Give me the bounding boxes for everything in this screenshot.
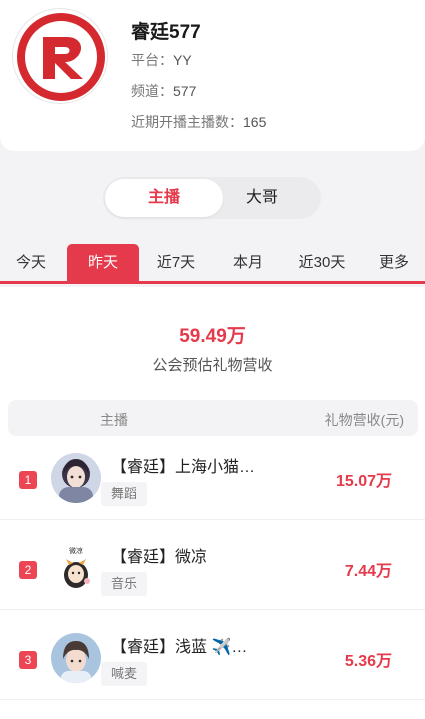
table-row[interactable]: 2 微凉 【睿廷】微凉 音乐 7.44万 [0, 530, 425, 610]
revenue-amount: 5.36万 [344, 653, 392, 670]
cartoon-avatar-icon: 微凉 [51, 543, 101, 593]
streamer-name: 【睿廷】微凉 [111, 549, 208, 566]
channel-value: 577 [173, 83, 197, 99]
revenue-amount: 15.07万 [335, 473, 392, 490]
rank-badge: 3 [19, 651, 37, 669]
streamers-count-line: 近期开播主播数：165 [131, 112, 266, 132]
streamers-value: 165 [243, 114, 267, 130]
tab-more[interactable]: 更多 [363, 244, 425, 281]
tab-yesterday[interactable]: 昨天 [67, 244, 139, 281]
anime-boy-avatar-icon [51, 633, 101, 683]
total-revenue-label: 公会预估礼物营收 [152, 357, 273, 374]
girl-avatar-icon [51, 453, 101, 503]
category-tag: 舞蹈 [101, 482, 148, 506]
avatar: 微凉 [51, 543, 101, 593]
platform-line: 平台：YY [131, 50, 192, 70]
streamer-name: 【睿廷】上海小猫… [111, 459, 256, 476]
tab-7-days[interactable]: 近7天 [144, 244, 208, 281]
platform-label: 平台： [131, 52, 173, 68]
category-tag: 音乐 [101, 572, 148, 596]
category-tag: 喊麦 [101, 662, 148, 686]
table-row[interactable]: 1 【睿廷】上海小猫… 舞蹈 15.07万 [0, 440, 425, 520]
avatar [51, 453, 101, 503]
revenue-amount: 7.44万 [344, 563, 392, 580]
tab-30-days[interactable]: 近30天 [287, 244, 357, 281]
column-revenue: 礼物营收(元) [324, 412, 404, 428]
streamer-name: 【睿廷】浅蓝 ✈️… [111, 639, 248, 656]
streamers-label: 近期开播主播数： [131, 114, 243, 130]
tab-this-month[interactable]: 本月 [216, 244, 280, 281]
rank-badge: 2 [19, 561, 37, 579]
guild-name: 睿廷577 [131, 22, 201, 43]
date-range-tabs: 今天 昨天 近7天 本月 近30天 更多 [0, 244, 425, 284]
guild-logo [12, 8, 108, 104]
avatar [51, 633, 101, 683]
channel-line: 频道：577 [131, 81, 196, 101]
platform-value: YY [173, 52, 192, 68]
table-row[interactable]: 3 【睿廷】浅蓝 ✈️… 喊麦 5.36万 [0, 620, 425, 700]
avatar-text: 微凉 [69, 546, 83, 555]
guild-header-card: 睿廷577 平台：YY 频道：577 近期开播主播数：165 [0, 0, 425, 151]
revenue-panel: 59.49万 公会预估礼物营收 主播 礼物营收(元) 1 【睿廷】上海小猫… 舞… [0, 287, 425, 719]
ranking-type-switch: 主播 大哥 [103, 177, 321, 219]
rank-badge: 1 [19, 471, 37, 489]
column-streamer: 主播 [100, 412, 128, 428]
guild-logo-icon [17, 13, 105, 101]
table-header: 主播 礼物营收(元) [8, 400, 418, 436]
tab-today[interactable]: 今天 [0, 244, 62, 281]
segment-big-brother[interactable]: 大哥 [205, 179, 319, 217]
total-revenue: 59.49万 [179, 326, 246, 347]
channel-label: 频道： [131, 83, 173, 99]
